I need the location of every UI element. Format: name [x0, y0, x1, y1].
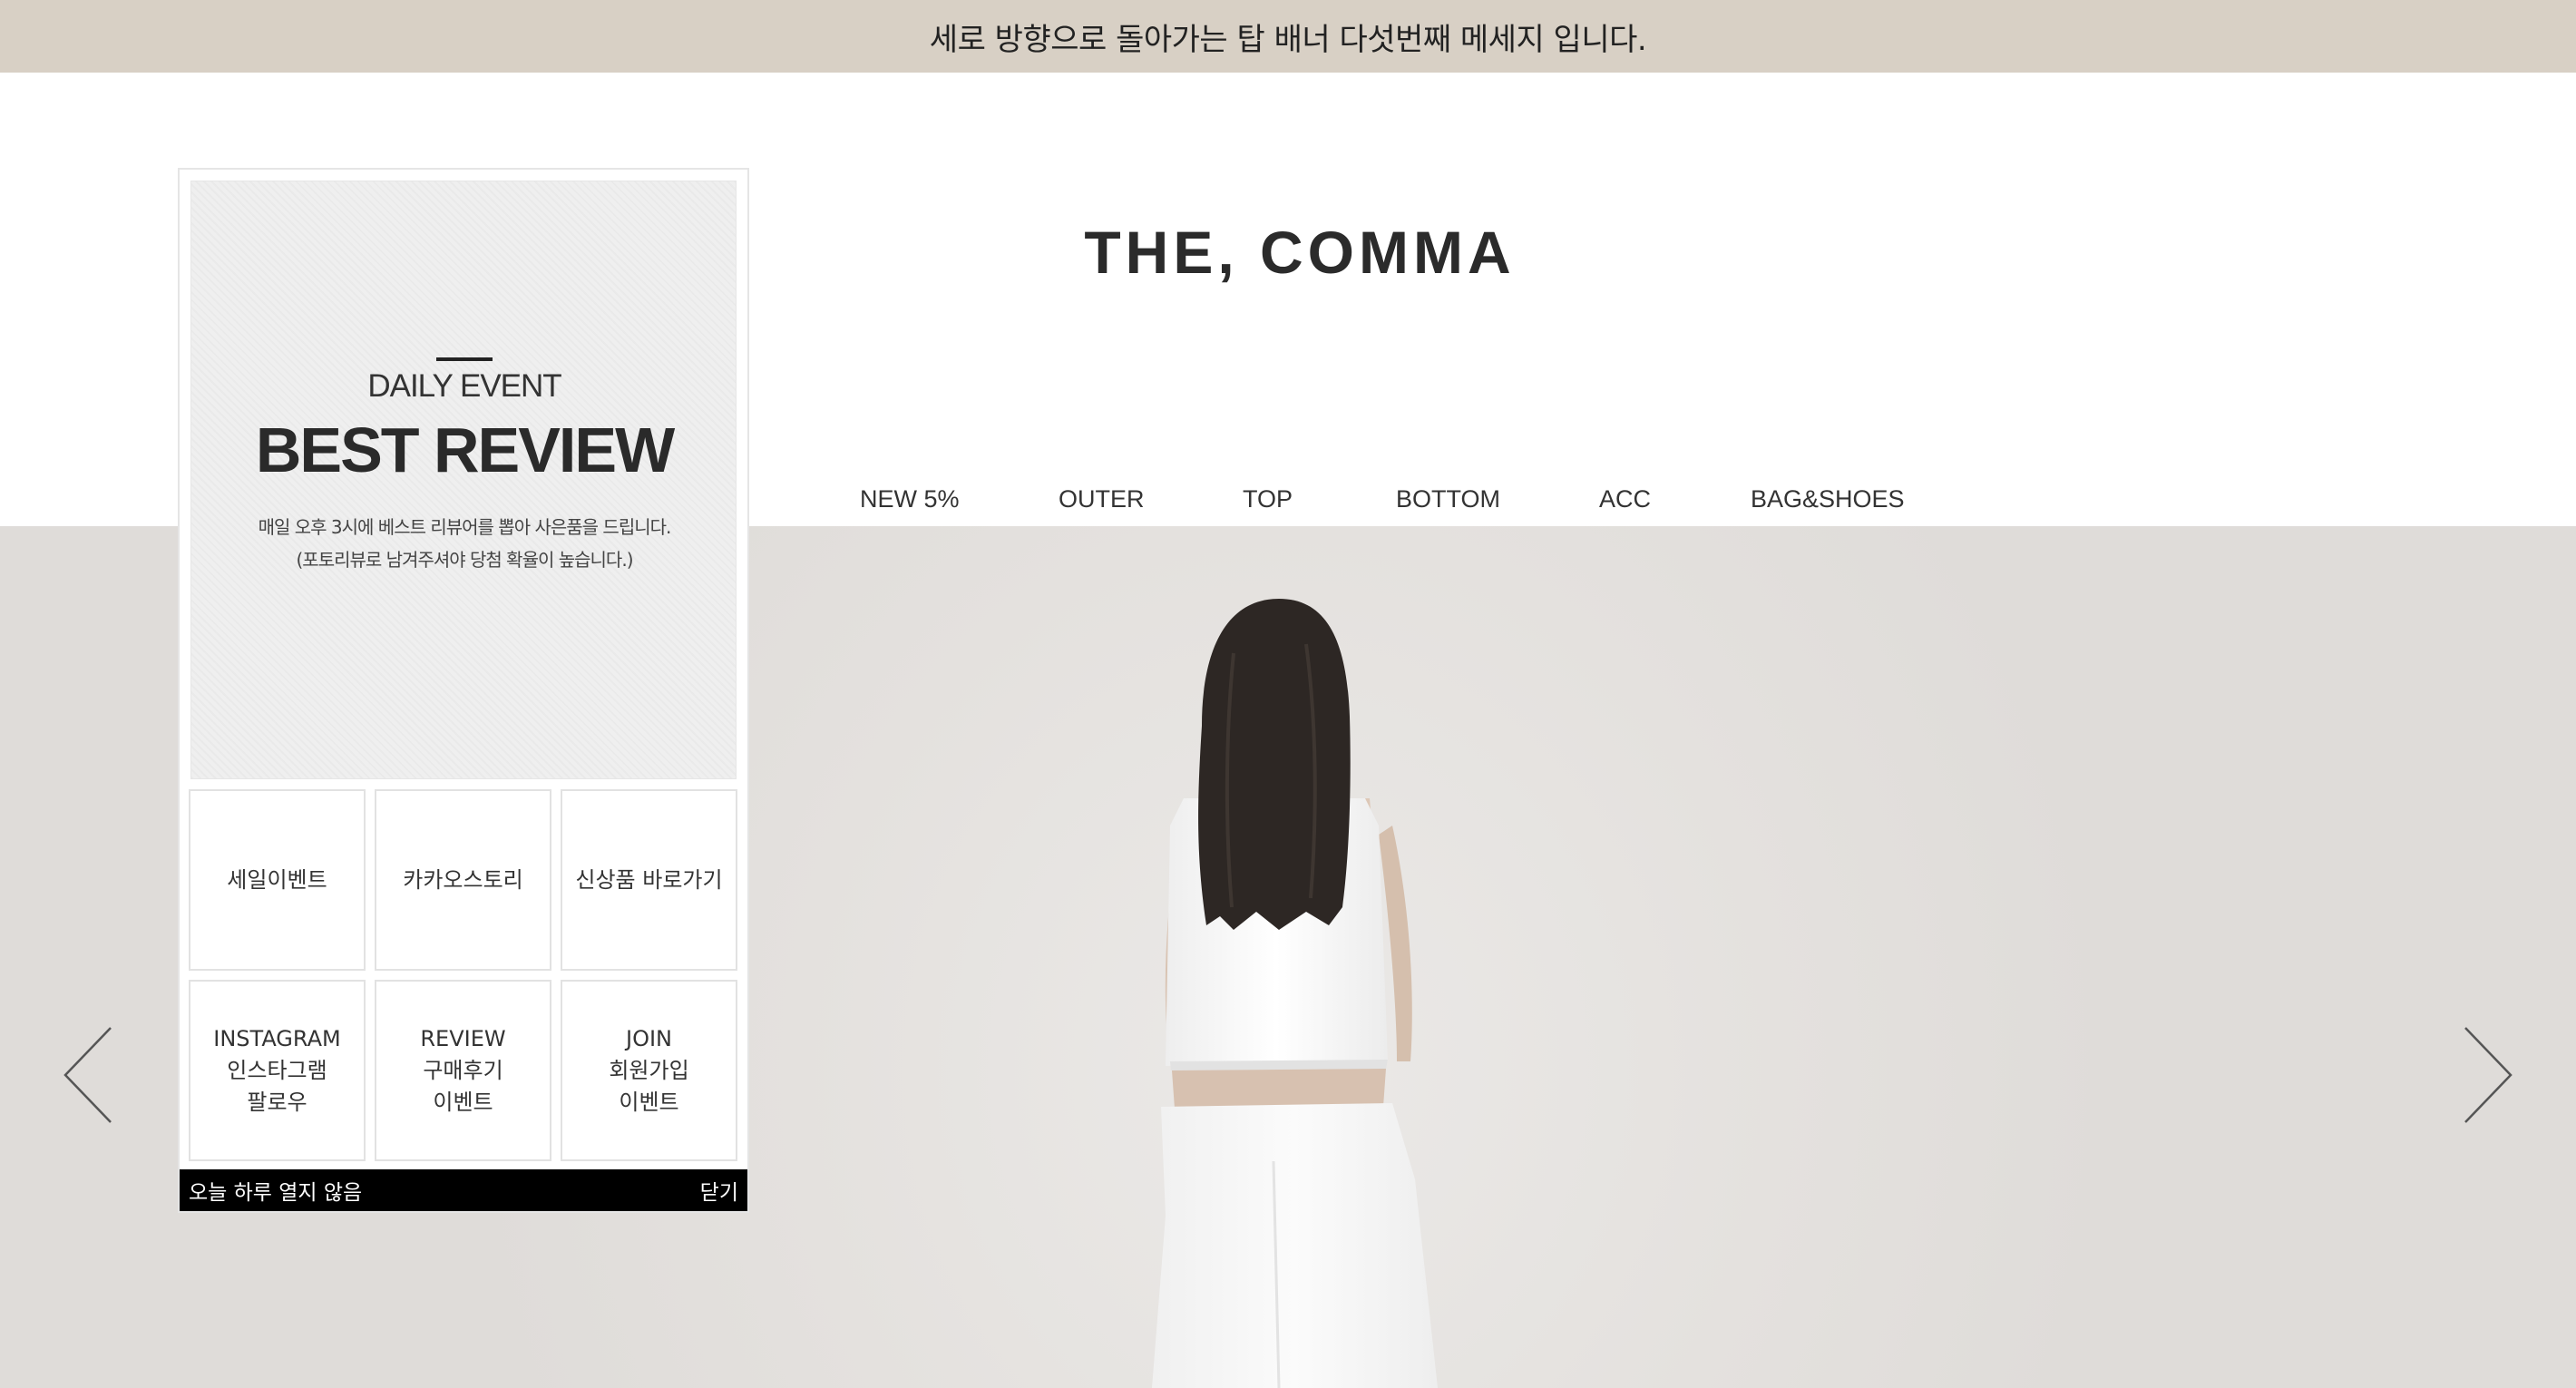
nav-item-new[interactable]: NEW 5% [860, 463, 960, 535]
popup-banner-image[interactable]: DAILY EVENT BEST REVIEW 매일 오후 3시에 베스트 리뷰… [190, 181, 737, 779]
dont-show-today-button[interactable]: 오늘 하루 열지 않음 [189, 1175, 362, 1206]
nav-item-top[interactable]: TOP [1243, 463, 1293, 535]
banner-description-line: (포토리뷰로 남겨주셔야 당첨 확율이 높습니다.) [296, 549, 634, 571]
slider-prev-button[interactable] [54, 1021, 118, 1129]
instagram-follow-link[interactable]: INSTAGRAM 인스타그램 팔로우 [189, 980, 366, 1161]
link-label: 카카오스토리 [403, 866, 523, 893]
review-event-link[interactable]: REVIEW 구매후기 이벤트 [375, 980, 551, 1161]
join-event-link[interactable]: JOIN 회원가입 이벤트 [561, 980, 737, 1161]
link-label: 팔로우 [247, 1089, 307, 1115]
banner-divider [436, 357, 493, 361]
popup-close-button[interactable]: 닫기 [700, 1175, 738, 1206]
popup-footer: 오늘 하루 열지 않음 닫기 [180, 1169, 747, 1211]
link-label: INSTAGRAM [213, 1025, 341, 1051]
event-popup: DAILY EVENT BEST REVIEW 매일 오후 3시에 베스트 리뷰… [178, 168, 749, 1213]
link-label: 인스타그램 [227, 1057, 327, 1083]
new-arrivals-link[interactable]: 신상품 바로가기 [561, 789, 737, 971]
popup-link-grid: 세일이벤트 카카오스토리 신상품 바로가기 INSTAGRAM 인스타그램 팔로… [189, 789, 744, 1161]
top-banner-text: 세로 방향으로 돌아가는 탑 배너 다섯번째 메세지 입니다. [929, 21, 1647, 58]
link-label: 구매후기 [423, 1057, 503, 1083]
top-banner[interactable]: 세로 방향으로 돌아가는 탑 배너 다섯번째 메세지 입니다. [0, 0, 2576, 73]
nav-item-acc[interactable]: ACC [1599, 463, 1651, 535]
link-label: JOIN [626, 1025, 672, 1051]
page: 세로 방향으로 돌아가는 탑 배너 다섯번째 메세지 입니다. THE, COM… [0, 0, 2576, 1388]
nav-item-bottom[interactable]: BOTTOM [1396, 463, 1500, 535]
banner-description-line: 매일 오후 3시에 베스트 리뷰어를 뽑아 사은품을 드립니다. [258, 516, 672, 538]
nav-item-bag-shoes[interactable]: BAG&SHOES [1751, 463, 1905, 535]
link-label: 세일이벤트 [227, 866, 327, 893]
kakaostory-link[interactable]: 카카오스토리 [375, 789, 551, 971]
link-label: 이벤트 [619, 1089, 679, 1115]
banner-headline: BEST REVIEW [255, 415, 675, 485]
chevron-left-icon [63, 1027, 112, 1123]
slider-next-button[interactable] [2458, 1021, 2522, 1129]
link-label: REVIEW [420, 1025, 506, 1051]
sale-event-link[interactable]: 세일이벤트 [189, 789, 366, 971]
link-label: 신상품 바로가기 [575, 866, 723, 893]
chevron-right-icon [2464, 1027, 2513, 1123]
link-label: 이벤트 [433, 1089, 493, 1115]
nav-item-outer[interactable]: OUTER [1059, 463, 1145, 535]
banner-kicker: DAILY EVENT [367, 368, 561, 404]
link-label: 회원가입 [609, 1057, 689, 1083]
